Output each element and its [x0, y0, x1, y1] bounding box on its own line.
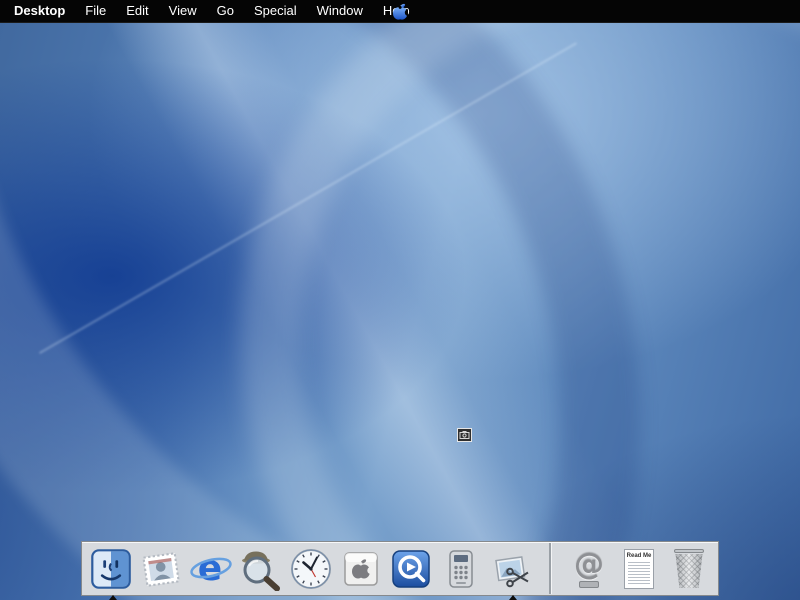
read-me-label: Read Me — [626, 552, 652, 559]
dock-item-trash[interactable] — [666, 546, 712, 592]
wallpaper-dark-arc — [0, 22, 640, 600]
finder-icon — [91, 548, 131, 589]
menu-window[interactable]: Window — [307, 0, 373, 22]
clock-icon — [291, 548, 331, 589]
dock-item-grab[interactable] — [488, 546, 534, 592]
mail-stamp-icon — [137, 545, 184, 592]
screen: Desktop File Edit View Go Special Window… — [0, 0, 800, 600]
menu-bar: Desktop File Edit View Go Special Window… — [0, 0, 800, 23]
trash-basket — [675, 554, 703, 588]
at-mount-icon: @ — [574, 546, 604, 588]
sherlock-icon — [242, 551, 280, 591]
dock-item-read-me[interactable]: Read Me — [616, 546, 662, 592]
dock-item-finder[interactable] — [88, 546, 134, 592]
menu-file[interactable]: File — [75, 0, 116, 22]
desktop-surface[interactable] — [0, 22, 800, 600]
trash-rim — [674, 549, 704, 553]
dock-separator — [549, 543, 551, 594]
camera-icon — [457, 428, 472, 442]
apple-logo-icon — [393, 3, 412, 20]
menu-go[interactable]: Go — [207, 0, 244, 22]
dock: e @ Read Me — [81, 541, 719, 596]
music-player-icon — [449, 549, 473, 588]
dock-item-at-mount[interactable]: @ — [566, 546, 612, 592]
dock-item-sherlock[interactable] — [238, 546, 284, 592]
menu-edit[interactable]: Edit — [116, 0, 158, 22]
apple-logo[interactable] — [392, 3, 412, 20]
dock-item-mail[interactable] — [138, 546, 184, 592]
read-me-text-lines — [628, 561, 650, 585]
quicktime-icon — [392, 549, 430, 588]
dock-item-mac-os-box[interactable] — [338, 546, 384, 592]
wallpaper-bright-arc — [240, 22, 800, 600]
dock-item-internet-explorer[interactable]: e — [188, 546, 234, 592]
read-me-document-icon: Read Me — [624, 548, 654, 589]
ie-letter: e — [198, 548, 222, 589]
dock-item-clock[interactable] — [288, 546, 334, 592]
dock-item-quicktime[interactable] — [388, 546, 434, 592]
grab-icon — [495, 555, 529, 587]
mac-os-box-icon — [344, 551, 378, 586]
menu-special[interactable]: Special — [244, 0, 307, 22]
wallpaper-light-arc — [0, 22, 800, 600]
camera-grab-cursor — [457, 428, 472, 442]
at-base — [579, 580, 599, 588]
internet-explorer-icon: e — [190, 548, 232, 589]
menu-desktop[interactable]: Desktop — [0, 0, 75, 22]
dock-item-music-player[interactable] — [438, 546, 484, 592]
wallpaper-crease-line — [39, 42, 577, 355]
menu-view[interactable]: View — [159, 0, 207, 22]
at-symbol: @ — [574, 546, 604, 582]
trash-icon — [673, 549, 705, 588]
